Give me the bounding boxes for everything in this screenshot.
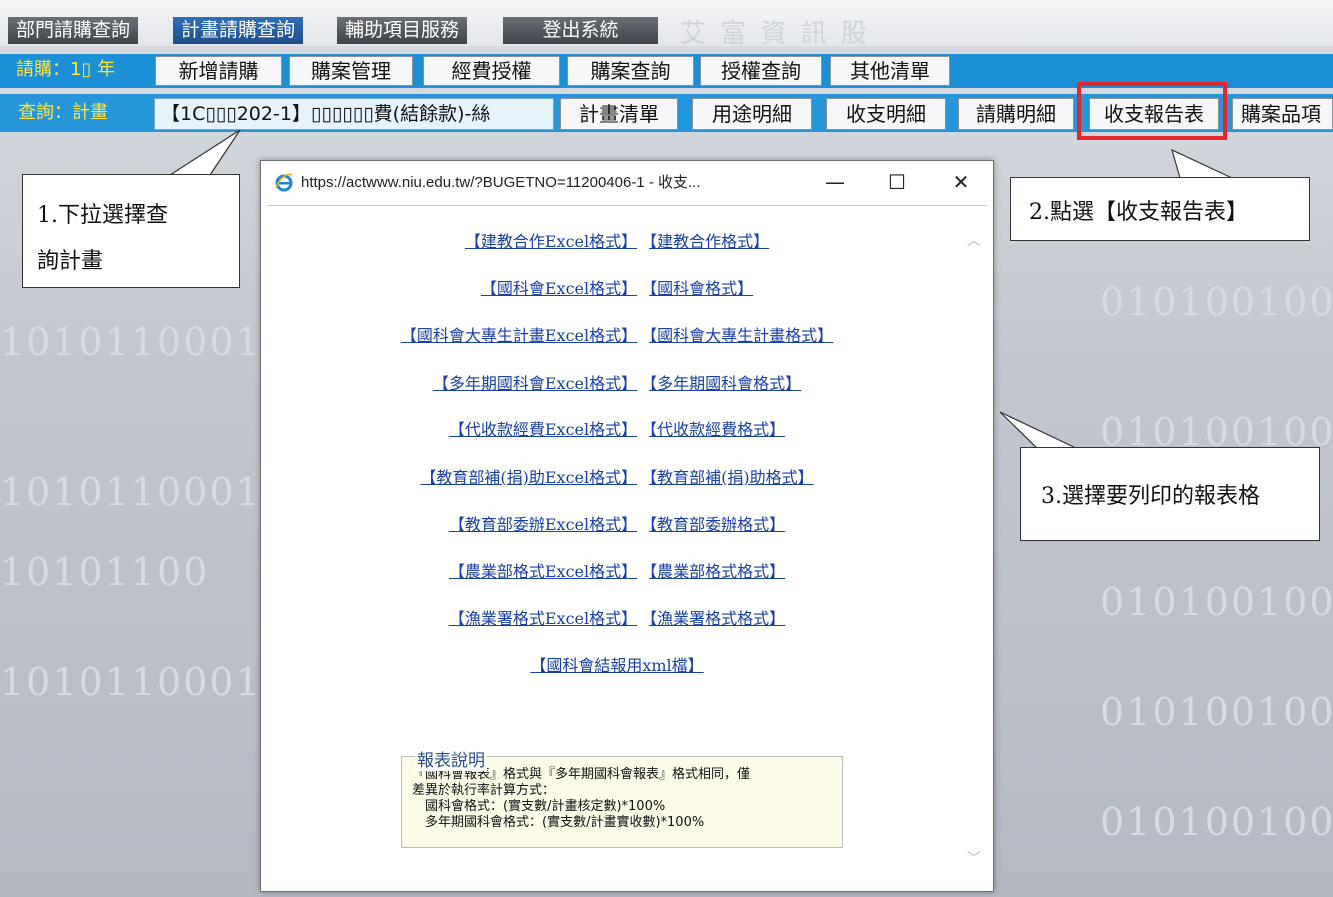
format-link[interactable]: 【代收款經費格式】 (649, 420, 785, 439)
format-link-excel[interactable]: 【國科會大專生計畫Excel格式】 (401, 326, 637, 345)
report-format-popup: https://actwww.niu.edu.tw/?BUGETNO=11200… (260, 160, 994, 892)
purchase-detail-button[interactable]: 請購明細 (958, 98, 1074, 130)
format-row: 【國科會Excel格式】 【國科會格式】 (267, 275, 967, 299)
report-notes-title: 報表說明 (415, 746, 487, 771)
background-binary: 10101100 (0, 550, 210, 594)
format-link[interactable]: 【教育部委辦格式】 (649, 515, 785, 534)
scroll-up-icon[interactable]: ︿ (967, 230, 981, 250)
purchase-query-button[interactable]: 購案查詢 (567, 56, 694, 86)
format-link-excel[interactable]: 【多年期國科會Excel格式】 (433, 374, 637, 393)
format-link-excel[interactable]: 【教育部委辦Excel格式】 (449, 515, 637, 534)
purchase-management-button[interactable]: 購案管理 (289, 56, 413, 86)
note-line: 國科會格式：(實支數/計畫核定數)*100% (412, 799, 666, 814)
format-link[interactable]: 【國科會格式】 (649, 279, 753, 298)
tab-plan-purchase[interactable]: 計畫請購查詢 (173, 17, 304, 44)
format-link-excel[interactable]: 【代收款經費Excel格式】 (449, 420, 637, 439)
top-navigation: 艾 富 資 訊 股 部門請購查詢 計畫請購查詢 輔助項目服務 登出系統 (0, 0, 1333, 49)
background-binary: 1010110001 (0, 660, 262, 704)
brand-watermark: 艾 富 資 訊 股 (680, 19, 871, 49)
background-binary: 0101001001 (1100, 800, 1333, 844)
format-link-excel[interactable]: 【國科會Excel格式】 (481, 279, 637, 298)
format-row: 【建教合作Excel格式】 【建教合作格式】 (267, 228, 967, 252)
background-binary: 0101001001 (1100, 280, 1333, 324)
authorization-query-button[interactable]: 授權查詢 (700, 56, 822, 86)
purchase-items-button[interactable]: 購案品項 (1232, 98, 1333, 130)
background-binary: 0101001001 (1100, 580, 1333, 624)
query-plan-label: 查詢：計畫 (18, 102, 108, 123)
format-link[interactable]: 【教育部補(捐)助格式】 (649, 468, 814, 487)
format-link[interactable]: 【農業部格式格式】 (649, 562, 785, 581)
popup-url: https://actwww.niu.edu.tw/?BUGETNO=11200… (301, 174, 701, 191)
new-purchase-button[interactable]: 新增請購 (155, 56, 282, 86)
format-link[interactable]: 【建教合作格式】 (649, 232, 769, 251)
format-link-excel[interactable]: 【教育部補(捐)助Excel格式】 (420, 468, 637, 487)
popup-body: ︿ ﹀ 【建教合作Excel格式】 【建教合作格式】 【國科會Excel格式】 【國… (267, 205, 987, 888)
note-line: 差異於執行率計算方式： (412, 783, 556, 798)
tab-department-purchase[interactable]: 部門請購查詢 (8, 17, 139, 44)
format-link-xml[interactable]: 【國科會結報用xml檔】 (530, 656, 703, 675)
plan-select-dropdown[interactable]: 【1C▯▯▯202-1】▯▯▯▯▯▯費(結餘款)-絲 (154, 98, 554, 130)
tab-logout[interactable]: 登出系統 (503, 17, 658, 44)
purchase-year-label: 請購：1▯ 年 (16, 59, 116, 80)
format-row: 【農業部格式Excel格式】 【農業部格式格式】 (267, 558, 967, 582)
plan-list-button[interactable]: 計畫清單 (560, 98, 678, 130)
format-row: 【國科會結報用xml檔】 (267, 652, 967, 676)
close-button[interactable]: ✕ (941, 167, 981, 199)
budget-authorization-button[interactable]: 經費授權 (423, 56, 560, 86)
popup-titlebar: https://actwww.niu.edu.tw/?BUGETNO=11200… (261, 161, 993, 205)
background-binary: 1010110001 (0, 470, 262, 514)
highlight-report-button (1077, 82, 1227, 140)
format-link[interactable]: 【國科會大專生計畫格式】 (649, 326, 833, 345)
format-row: 【代收款經費Excel格式】 【代收款經費格式】 (267, 416, 967, 440)
minimize-button[interactable]: — (815, 167, 855, 199)
other-lists-button[interactable]: 其他清單 (830, 56, 950, 86)
callout-step-3-text: 3.選擇要列印的報表格 (1041, 484, 1260, 509)
background-binary: 0101001001 (1100, 690, 1333, 734)
format-link[interactable]: 【多年期國科會格式】 (649, 374, 801, 393)
callout-step-1-line2: 詢計畫 (37, 249, 104, 274)
format-link[interactable]: 【漁業署格式格式】 (649, 609, 785, 628)
format-row: 【漁業署格式Excel格式】 【漁業署格式格式】 (267, 605, 967, 629)
usage-detail-button[interactable]: 用途明細 (692, 98, 812, 130)
format-row: 【教育部委辦Excel格式】 【教育部委辦格式】 (267, 511, 967, 535)
internet-explorer-icon (275, 173, 293, 192)
format-row: 【教育部補(捐)助Excel格式】 【教育部補(捐)助格式】 (267, 464, 967, 488)
callout-step-1: 1.下拉選擇查 詢計畫 (22, 174, 240, 288)
format-link-excel[interactable]: 【漁業署格式Excel格式】 (449, 609, 637, 628)
tab-auxiliary-services[interactable]: 輔助項目服務 (337, 17, 468, 44)
callout-step-2-text: 2.點選【收支報告表】 (1029, 200, 1248, 225)
format-row: 【國科會大專生計畫Excel格式】 【國科會大專生計畫格式】 (267, 322, 967, 346)
format-link-excel[interactable]: 【建教合作Excel格式】 (465, 232, 637, 251)
format-row: 【多年期國科會Excel格式】 【多年期國科會格式】 (267, 370, 967, 394)
maximize-button[interactable]: ☐ (877, 167, 917, 199)
background-binary: 1010110001 (0, 320, 262, 364)
scroll-down-icon[interactable]: ﹀ (967, 848, 981, 868)
callout-2-tail (1171, 148, 1233, 179)
note-line: 多年期國科會格式：(實支數/計畫實收數)*100% (412, 815, 705, 830)
income-expense-detail-button[interactable]: 收支明細 (826, 98, 946, 130)
callout-1-tail (167, 129, 241, 176)
callout-step-3: 3.選擇要列印的報表格 (1020, 447, 1320, 541)
callout-step-1-line1: 1.下拉選擇查 (37, 203, 168, 228)
format-link-excel[interactable]: 【農業部格式Excel格式】 (449, 562, 637, 581)
callout-step-2: 2.點選【收支報告表】 (1010, 177, 1310, 241)
